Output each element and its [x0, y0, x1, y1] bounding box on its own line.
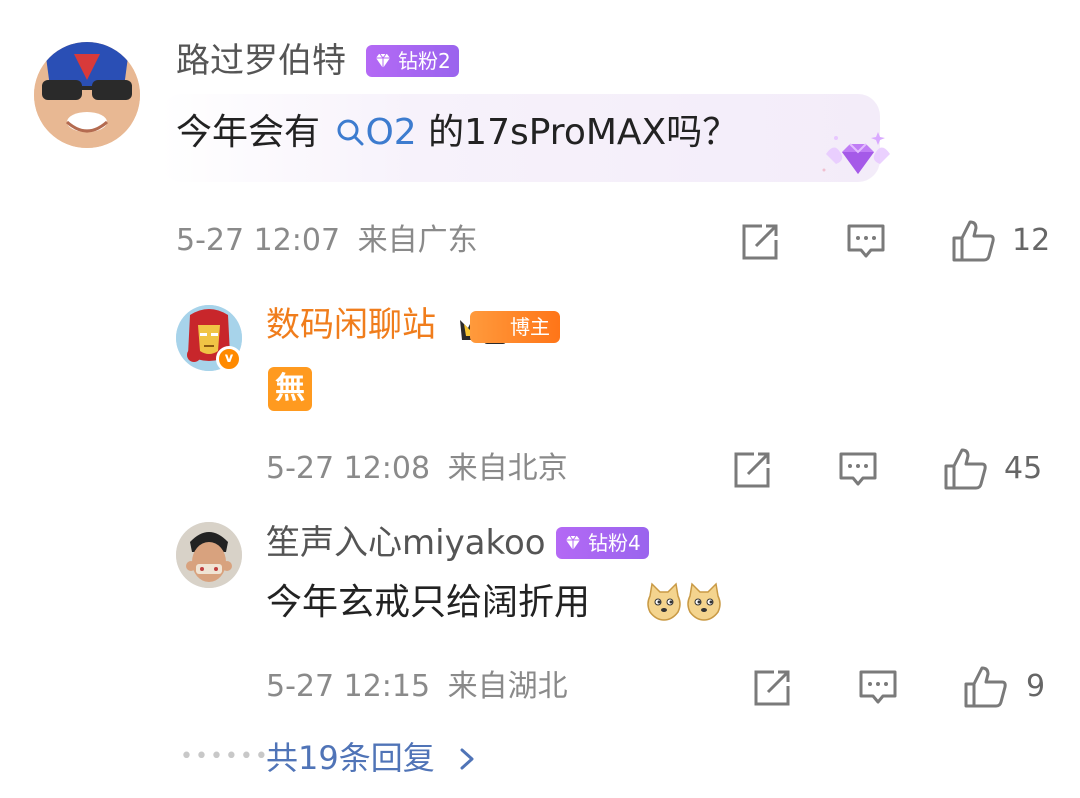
comment-username[interactable]: 数码闲聊站: [266, 304, 436, 346]
emoji-mu: 無: [268, 367, 312, 411]
search-term: O2: [365, 112, 417, 153]
fan-badge: 钻粉4: [556, 527, 649, 559]
search-link[interactable]: O2: [331, 112, 417, 153]
thumbs-up-icon[interactable]: [962, 664, 1008, 710]
search-icon: [337, 119, 364, 146]
host-badge: 博主: [470, 311, 560, 343]
comment-time: 5-27 12:15: [266, 669, 431, 704]
comment-time: 5-27 12:07: [176, 223, 341, 258]
comment-meta: 5-27 12:15 来自湖北: [266, 668, 568, 706]
fan-badge: 钻粉2: [366, 45, 459, 77]
fan-badge-label: 钻粉4: [588, 531, 641, 555]
more-replies-label: 共19条回复: [266, 739, 435, 777]
avatar[interactable]: [176, 522, 242, 588]
comment-text: 今年会有 O2 的17sProMAX吗？: [176, 110, 738, 156]
verified-badge-icon: v: [216, 346, 242, 372]
doge-emoji-icon: [687, 582, 721, 621]
share-icon[interactable]: [740, 222, 780, 262]
comment-text-part: 的17sProMAX吗？: [416, 112, 739, 153]
avatar[interactable]: [34, 42, 140, 148]
diamond-fan-decoration-icon: [822, 132, 890, 174]
fan-badge-label: 钻粉2: [398, 49, 451, 73]
thumbs-up-icon[interactable]: [950, 218, 996, 264]
more-replies-link[interactable]: 共19条回复: [266, 738, 477, 778]
like-count: 12: [1012, 223, 1051, 258]
comment-username[interactable]: 笙声入心miyakoo: [266, 522, 546, 564]
comment-text: 今年玄戒只给阔折用: [266, 582, 591, 623]
comment-time: 5-27 12:08: [266, 451, 431, 486]
comment-location: 来自广东: [357, 223, 478, 258]
comment-location: 来自湖北: [447, 669, 568, 704]
comment-location: 来自北京: [447, 451, 568, 486]
doge-emoji-icon: [647, 582, 681, 621]
comment-meta: 5-27 12:07 来自广东: [176, 222, 478, 260]
share-icon[interactable]: [732, 450, 772, 490]
like-count: 45: [1004, 451, 1043, 486]
comment-icon[interactable]: [846, 222, 886, 262]
comment-username[interactable]: 路过罗伯特: [176, 40, 346, 82]
comment-icon[interactable]: [858, 668, 898, 708]
diamond-icon: [566, 535, 580, 550]
separator-dots: ••••••: [180, 744, 270, 769]
like-count: 9: [1026, 669, 1046, 704]
comment-icon[interactable]: [838, 450, 878, 490]
comment-text-part: 今年会有: [176, 112, 321, 153]
thumbs-up-icon[interactable]: [942, 446, 988, 492]
comment-meta: 5-27 12:08 来自北京: [266, 450, 568, 488]
diamond-icon: [376, 53, 390, 68]
chevron-right-icon: [460, 748, 474, 770]
share-icon[interactable]: [752, 668, 792, 708]
